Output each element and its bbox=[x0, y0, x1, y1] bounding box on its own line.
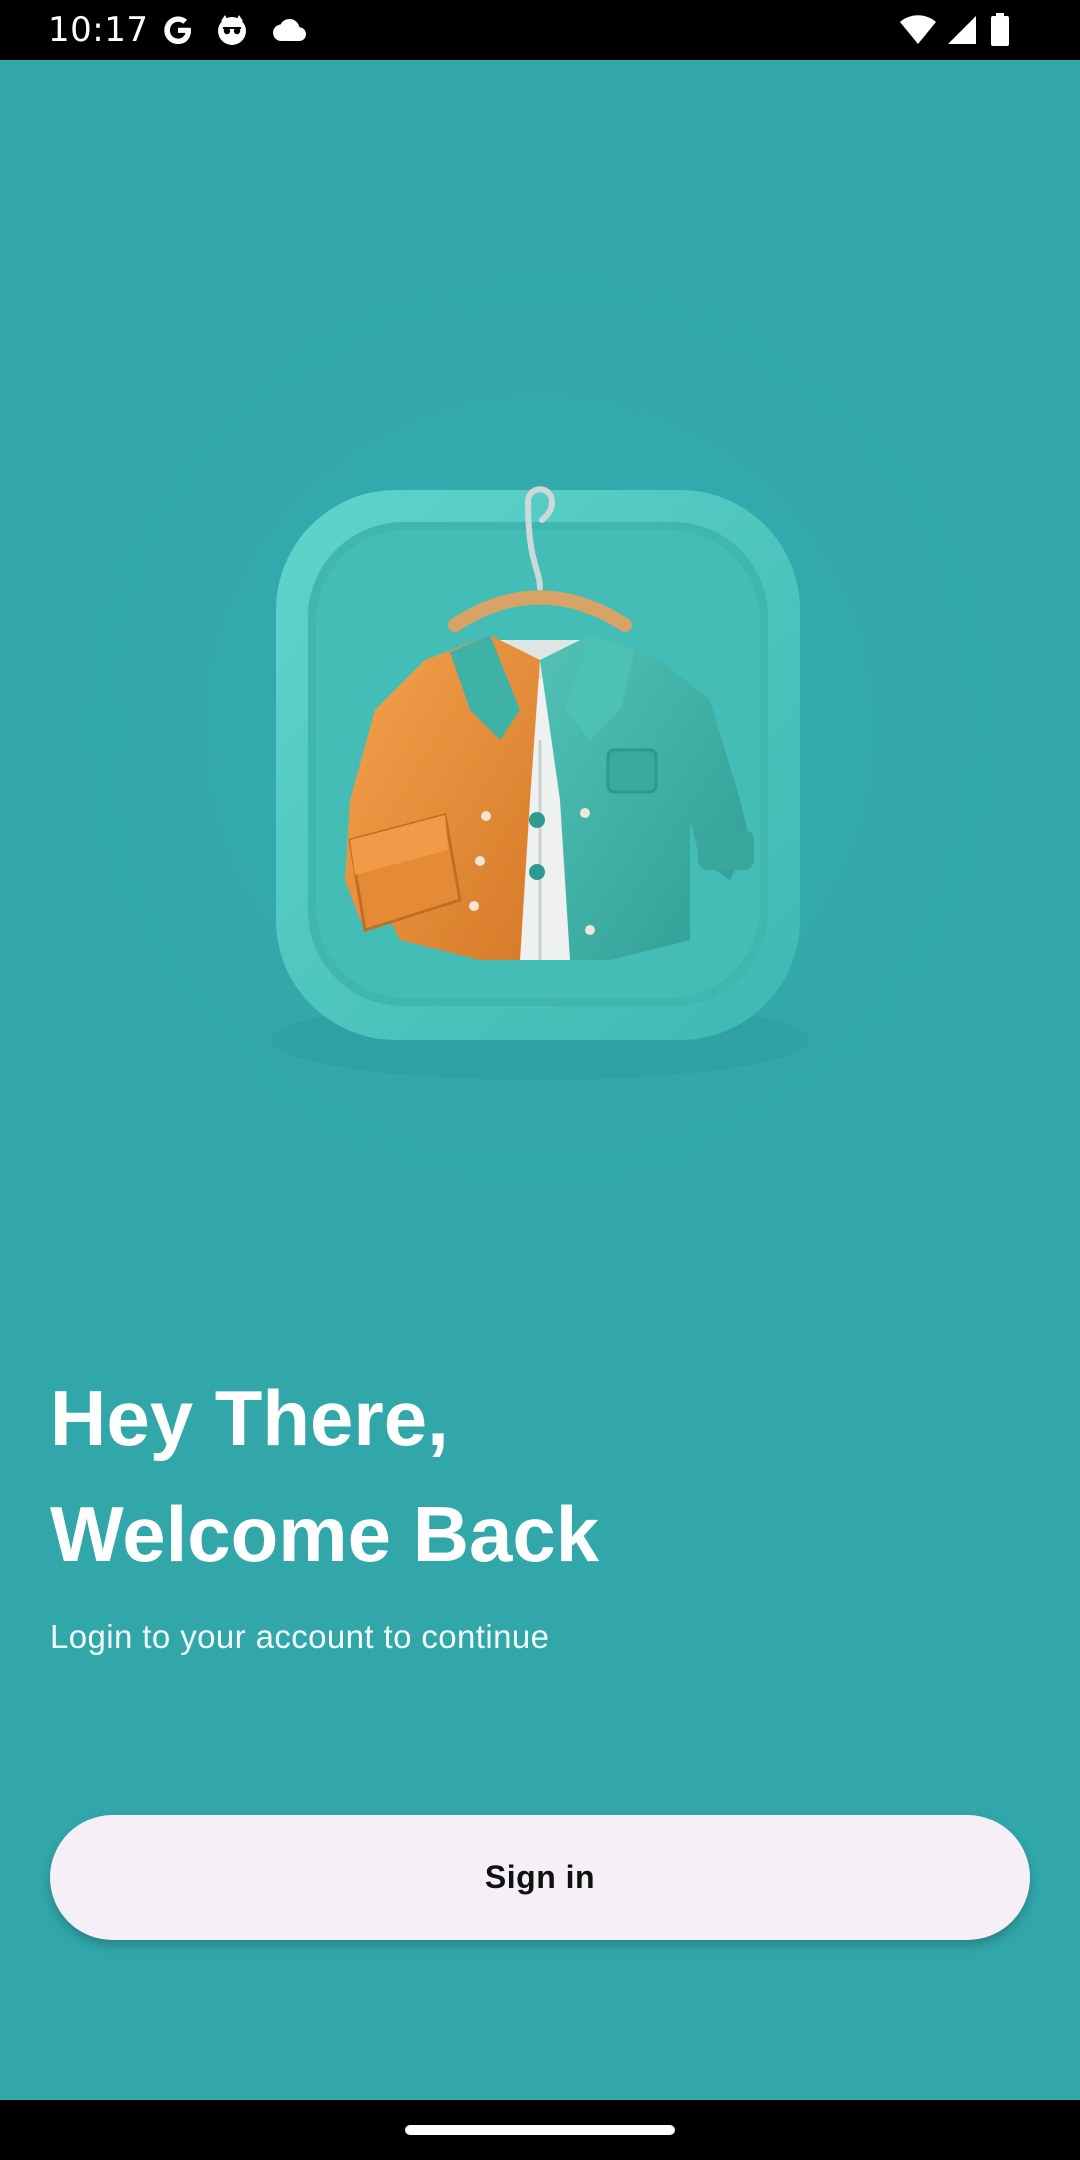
cloud-icon bbox=[268, 12, 308, 48]
status-time: 10:17 bbox=[48, 10, 149, 50]
google-g-icon bbox=[160, 12, 196, 48]
headline-line-2: Welcome Back bbox=[50, 1490, 600, 1578]
cellular-signal-icon bbox=[944, 12, 980, 48]
jacket-on-hanger-image bbox=[270, 486, 810, 1080]
welcome-headline: Hey There, Welcome Back bbox=[50, 1360, 599, 1592]
headline-line-1: Hey There, bbox=[50, 1374, 449, 1462]
wifi-icon bbox=[898, 12, 938, 48]
welcome-screen: 10:17 Hey There, Welcome Back Login to y… bbox=[0, 0, 1080, 2160]
welcome-subtitle: Login to your account to continue bbox=[50, 1618, 550, 1655]
navigation-bar bbox=[0, 2100, 1080, 2160]
sign-in-button[interactable]: Sign in bbox=[50, 1815, 1030, 1940]
battery-icon bbox=[988, 12, 1012, 48]
jacket-illustration bbox=[50, 240, 1030, 1220]
robot-face-icon bbox=[214, 12, 250, 48]
home-indicator[interactable] bbox=[405, 2125, 675, 2135]
status-bar: 10:17 bbox=[0, 0, 1080, 60]
